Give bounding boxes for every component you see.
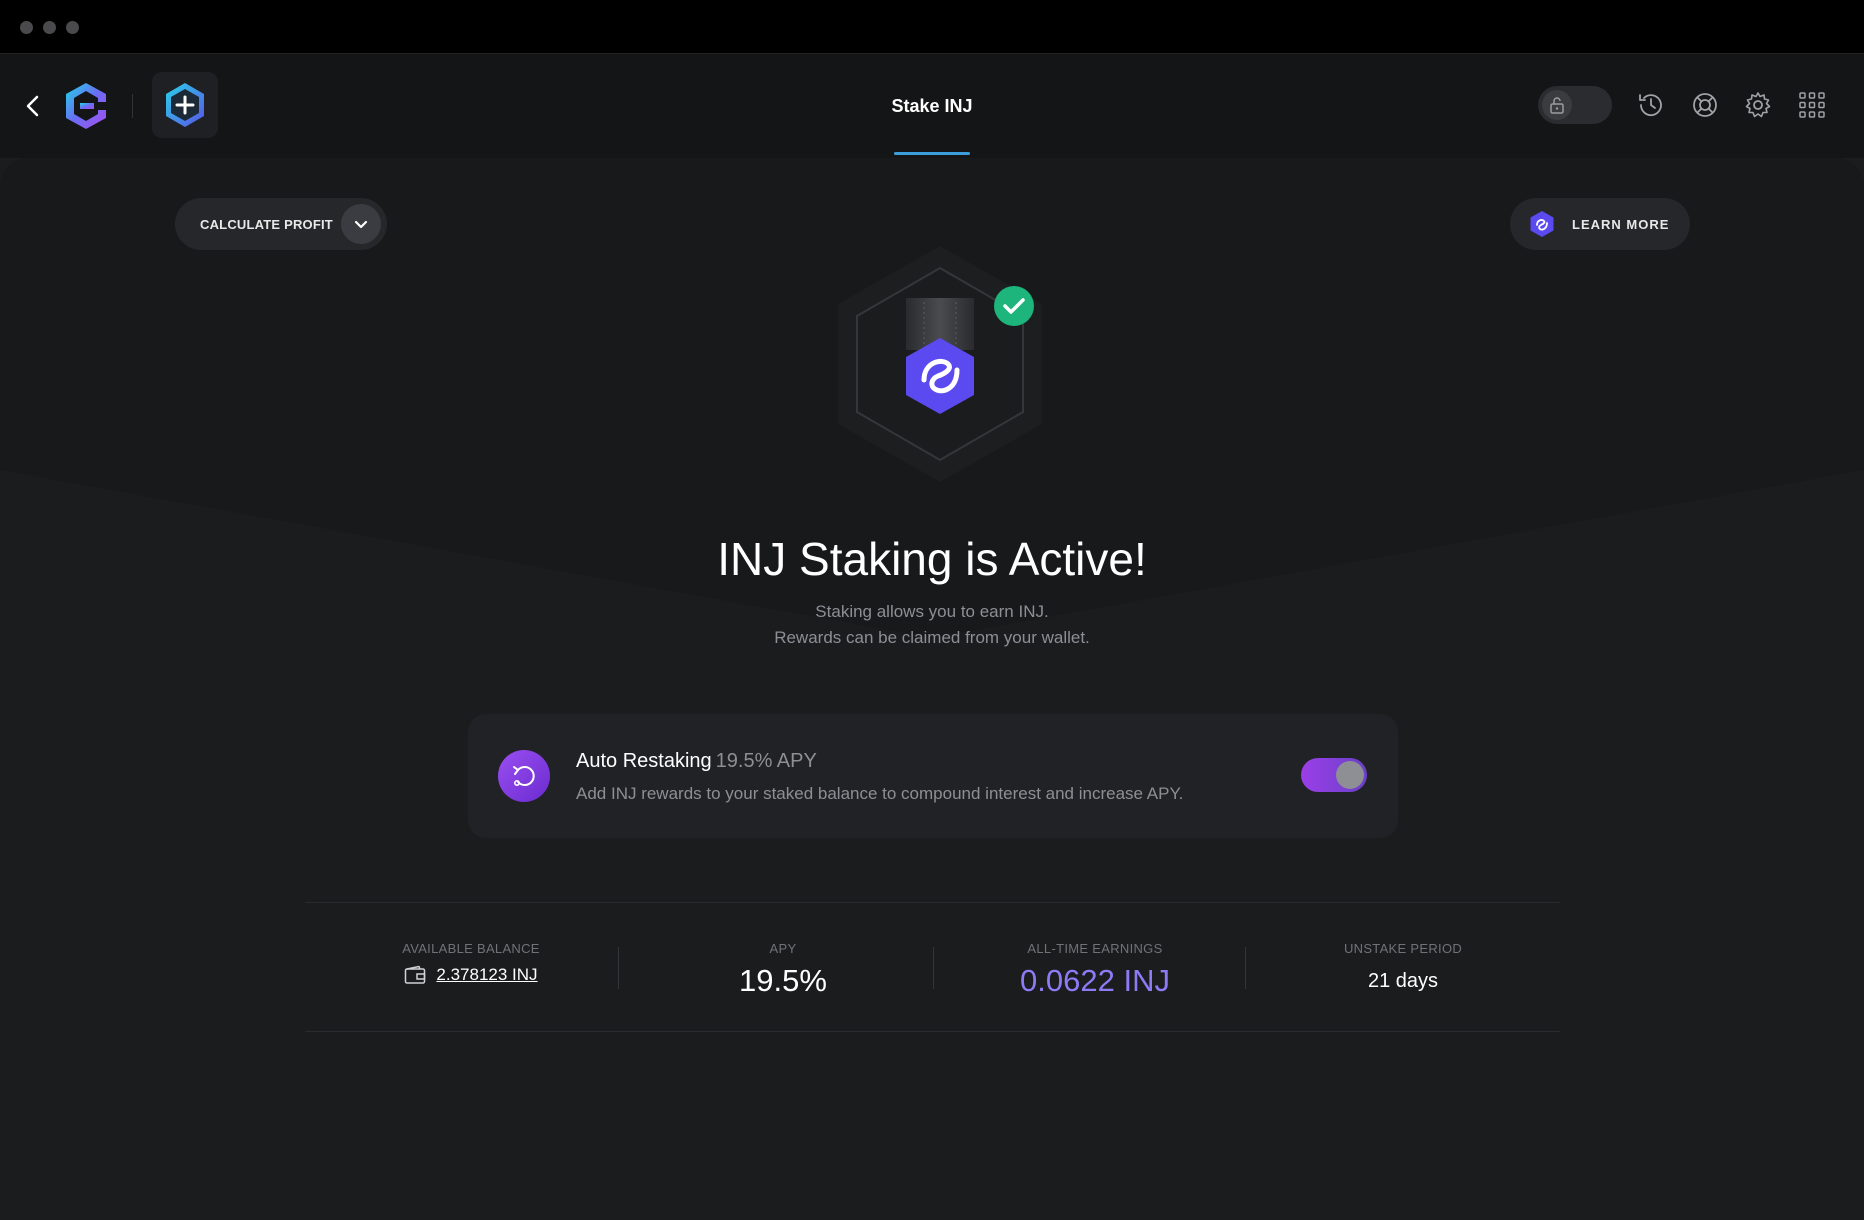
auto-restaking-description: Add INJ rewards to your staked balance t… xyxy=(576,784,1184,803)
earnings-label: ALL-TIME EARNINGS xyxy=(1027,941,1163,956)
staking-subtitle-line1: Staking allows you to earn INJ. xyxy=(815,602,1049,621)
stat-divider xyxy=(933,947,934,989)
restake-icon xyxy=(498,750,550,802)
apps-button[interactable] xyxy=(1795,88,1829,122)
main-panel: CALCULATE PROFIT LEARN MORE INJ Staking … xyxy=(0,158,1864,1220)
history-icon xyxy=(1639,94,1662,117)
stat-divider xyxy=(1245,947,1246,989)
unstake-period-stat: UNSTAKE PERIOD 21 days xyxy=(1253,903,1553,1033)
app-header: Stake INJ xyxy=(0,54,1864,158)
staking-subtitle-line2: Rewards can be claimed from your wallet. xyxy=(774,628,1090,647)
learn-more-button[interactable]: LEARN MORE xyxy=(1510,198,1690,250)
available-balance-stat: AVAILABLE BALANCE 2.378123 INJ xyxy=(321,903,621,1033)
staking-illustration xyxy=(838,246,1042,482)
lifebuoy-icon xyxy=(1693,93,1717,117)
auto-restaking-title: Auto Restaking 19.5% APY xyxy=(576,750,817,773)
support-button[interactable] xyxy=(1688,88,1722,122)
chevron-down-icon xyxy=(341,204,381,244)
active-tab-indicator xyxy=(894,152,970,155)
history-button[interactable] xyxy=(1634,88,1668,122)
grid-icon xyxy=(1799,92,1825,118)
injective-icon xyxy=(1530,211,1554,237)
auto-restaking-apy: 19.5% APY xyxy=(715,750,817,772)
apy-label: APY xyxy=(769,941,797,956)
auto-restaking-label: Auto Restaking xyxy=(576,750,712,772)
gear-icon xyxy=(1745,92,1771,118)
stat-divider xyxy=(618,947,619,989)
window-minimize-button[interactable] xyxy=(43,21,56,34)
wallet-icon xyxy=(405,965,426,984)
window-close-button[interactable] xyxy=(20,21,33,34)
unstake-period-label: UNSTAKE PERIOD xyxy=(1343,941,1463,956)
calculate-profit-label: CALCULATE PROFIT xyxy=(200,217,333,232)
check-icon xyxy=(994,286,1034,326)
lock-toggle-knob xyxy=(1542,90,1572,120)
available-balance-label: AVAILABLE BALANCE xyxy=(402,941,540,956)
apy-stat: APY 19.5% xyxy=(633,903,933,1033)
staking-active-headline: INJ Staking is Active! xyxy=(717,533,1147,585)
earnings-stat: ALL-TIME EARNINGS 0.0622 INJ xyxy=(945,903,1245,1033)
available-balance-row: 2.378123 INJ xyxy=(321,965,621,985)
calculate-profit-button[interactable]: CALCULATE PROFIT xyxy=(175,198,387,250)
staking-stats: AVAILABLE BALANCE 2.378123 INJ APY 19.5%… xyxy=(305,902,1560,1032)
settings-button[interactable] xyxy=(1741,88,1775,122)
earnings-value: 0.0622 INJ xyxy=(1020,963,1170,998)
auto-restaking-toggle[interactable] xyxy=(1301,758,1367,792)
available-balance-value[interactable]: 2.378123 INJ xyxy=(436,965,537,985)
window-zoom-button[interactable] xyxy=(66,21,79,34)
window-titlebar xyxy=(0,0,1864,54)
lock-toggle[interactable] xyxy=(1538,86,1612,124)
toggle-knob xyxy=(1336,761,1364,789)
apy-value: 19.5% xyxy=(739,963,827,998)
lock-icon xyxy=(1550,97,1564,114)
unstake-period-value: 21 days xyxy=(1367,970,1439,992)
learn-more-label: LEARN MORE xyxy=(1572,217,1670,232)
auto-restaking-card: Auto Restaking 19.5% APY Add INJ rewards … xyxy=(468,714,1398,838)
